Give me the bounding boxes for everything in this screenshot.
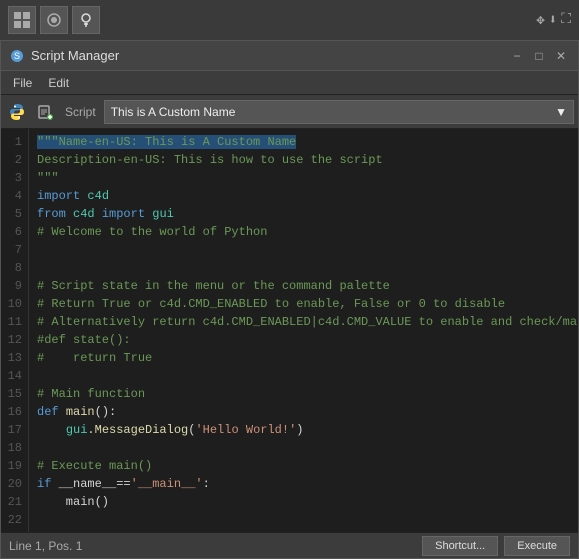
title-bar-controls: − □ ✕ (508, 47, 570, 65)
minimize-button[interactable]: − (508, 47, 526, 65)
status-bar: Line 1, Pos. 1 Shortcut... Execute (1, 532, 578, 558)
taskbar-download-icon: ⬇ (549, 12, 557, 29)
script-dropdown-value: This is A Custom Name (111, 105, 236, 119)
taskbar: ✥ ⬇ ⛶ (0, 0, 579, 40)
menu-edit[interactable]: Edit (40, 74, 77, 92)
dropdown-arrow-icon: ▼ (555, 105, 567, 119)
code-editor[interactable]: 12345 678910 1112131415 1617181920 21222… (1, 129, 578, 532)
title-bar: S Script Manager − □ ✕ (1, 41, 578, 71)
maximize-button[interactable]: □ (530, 47, 548, 65)
taskbar-bulb-icon[interactable] (72, 6, 100, 34)
taskbar-move-icon: ✥ (536, 12, 544, 29)
close-button[interactable]: ✕ (552, 47, 570, 65)
taskbar-right-controls: ✥ ⬇ ⛶ (536, 12, 571, 29)
menu-bar: File Edit (1, 71, 578, 95)
script-add-icon[interactable] (33, 100, 57, 124)
taskbar-expand-icon: ⛶ (561, 12, 571, 28)
title-bar-icon: S (9, 48, 25, 64)
script-label: Script (61, 105, 100, 119)
svg-text:S: S (14, 51, 20, 61)
script-dropdown[interactable]: This is A Custom Name ▼ (104, 100, 574, 124)
shortcut-button[interactable]: Shortcut... (422, 536, 498, 556)
status-buttons: Shortcut... Execute (422, 536, 570, 556)
python-icon[interactable] (5, 100, 29, 124)
script-manager-window: S Script Manager − □ ✕ File Edit (0, 40, 579, 559)
menu-file[interactable]: File (5, 74, 40, 92)
code-text[interactable]: """Name-en-US: This is A Custom Name Des… (29, 129, 578, 532)
cursor-position: Line 1, Pos. 1 (9, 539, 82, 553)
taskbar-grid-icon[interactable] (8, 6, 36, 34)
toolbar: Script This is A Custom Name ▼ (1, 95, 578, 129)
taskbar-record-icon[interactable] (40, 6, 68, 34)
execute-button[interactable]: Execute (504, 536, 570, 556)
line-numbers: 12345 678910 1112131415 1617181920 21222… (1, 129, 29, 532)
window-title: Script Manager (31, 48, 508, 63)
